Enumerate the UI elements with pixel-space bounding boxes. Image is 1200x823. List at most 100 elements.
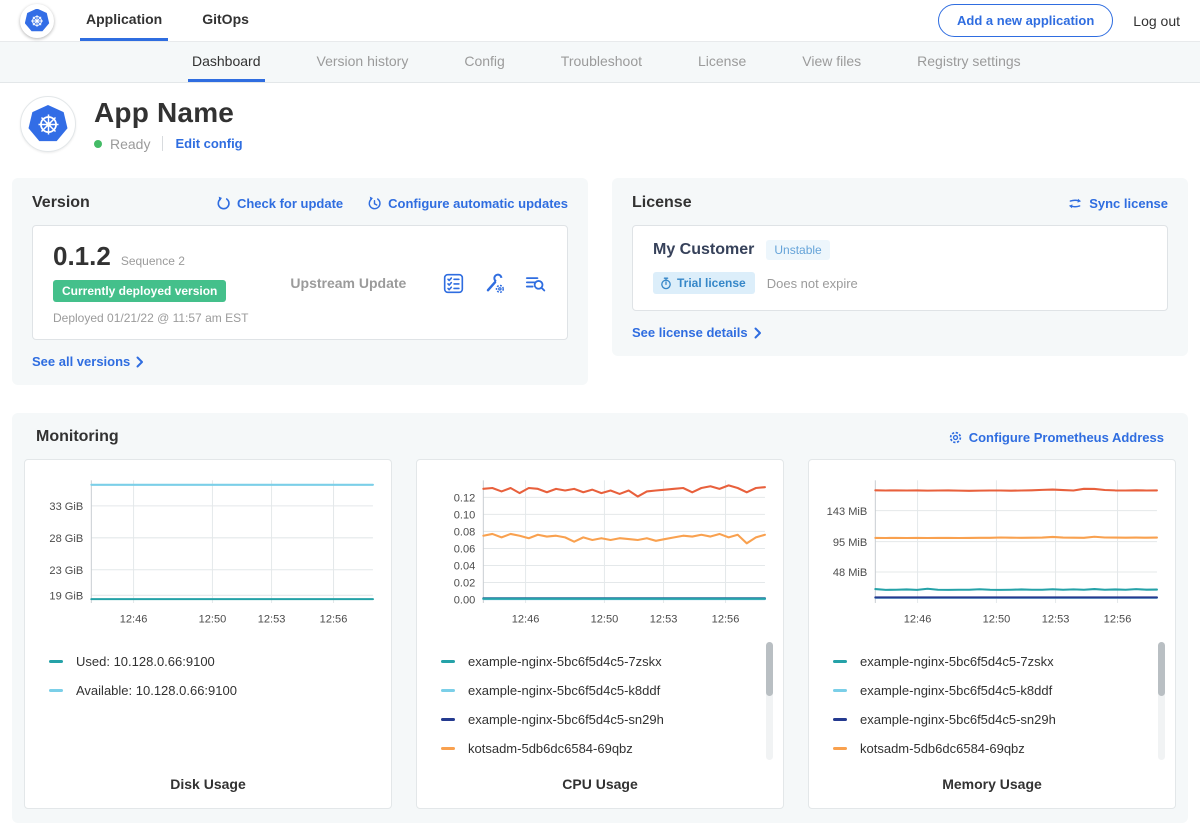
- svg-text:95 MiB: 95 MiB: [833, 537, 867, 549]
- memory-usage-legend: example-nginx-5bc6f5d4c5-7zskxexample-ng…: [819, 640, 1165, 768]
- tab-dashboard[interactable]: Dashboard: [188, 42, 265, 82]
- edit-config-link[interactable]: Edit config: [175, 136, 242, 151]
- legend-label: example-nginx-5bc6f5d4c5-sn29h: [468, 712, 664, 727]
- svg-text:0.02: 0.02: [454, 578, 476, 590]
- tab-view-files[interactable]: View files: [798, 42, 865, 82]
- memory-usage-chart: 12:4612:5012:5312:56143 MiB95 MiB48 MiB: [819, 472, 1165, 630]
- tab-config[interactable]: Config: [460, 42, 508, 82]
- page-title: App Name: [94, 97, 243, 129]
- check-for-update-link[interactable]: Check for update: [216, 196, 343, 211]
- disk-usage-legend: Used: 10.128.0.66:9100Available: 10.128.…: [35, 640, 381, 768]
- stopwatch-icon: [660, 277, 672, 290]
- tab-application[interactable]: Application: [80, 0, 168, 41]
- legend-scrollbar[interactable]: [766, 642, 773, 760]
- sync-arrows-icon: [1067, 196, 1083, 211]
- chevron-right-icon: [754, 327, 762, 339]
- svg-text:12:56: 12:56: [1104, 614, 1132, 626]
- svg-text:12:50: 12:50: [199, 614, 227, 626]
- version-card: Version Check for update: [12, 178, 588, 385]
- legend-label: example-nginx-5bc6f5d4c5-sn29h: [860, 712, 1056, 727]
- scrollbar-thumb[interactable]: [766, 642, 773, 696]
- status-dot: [94, 140, 102, 148]
- disk-usage-card: 12:4612:5012:5312:5633 GiB28 GiB23 GiB19…: [24, 459, 392, 809]
- svg-text:0.04: 0.04: [454, 561, 476, 573]
- sync-license-link[interactable]: Sync license: [1067, 196, 1168, 211]
- svg-text:12:53: 12:53: [650, 614, 678, 626]
- cpu-usage-legend: example-nginx-5bc6f5d4c5-7zskxexample-ng…: [427, 640, 773, 768]
- configure-automatic-updates-label: Configure automatic updates: [388, 196, 568, 211]
- customer-name: My Customer: [653, 241, 754, 259]
- svg-text:12:50: 12:50: [591, 614, 619, 626]
- see-license-details-link[interactable]: See license details: [632, 325, 762, 340]
- svg-text:143 MiB: 143 MiB: [827, 506, 868, 518]
- license-panel: My Customer Unstable Trial license Does …: [632, 225, 1168, 311]
- app-header: App Name Ready Edit config: [0, 83, 1200, 166]
- status-text: Ready: [110, 136, 150, 152]
- svg-text:28 GiB: 28 GiB: [49, 533, 83, 545]
- preflight-checks-icon[interactable]: [442, 272, 465, 295]
- gear-icon: [948, 430, 963, 445]
- svg-text:12:50: 12:50: [983, 614, 1011, 626]
- deployed-timestamp: Deployed 01/21/22 @ 11:57 am EST: [53, 311, 248, 325]
- legend-label: Used: 10.128.0.66:9100: [76, 654, 215, 669]
- topnav-right: Add a new application Log out: [938, 0, 1180, 41]
- add-application-button[interactable]: Add a new application: [938, 4, 1113, 37]
- tab-troubleshoot[interactable]: Troubleshoot: [557, 42, 646, 82]
- legend-item: example-nginx-5bc6f5d4c5-k8ddf: [833, 683, 1151, 698]
- see-all-versions-link[interactable]: See all versions: [32, 354, 144, 369]
- version-info: 0.1.2 Sequence 2 Currently deployed vers…: [53, 241, 248, 325]
- svg-text:23 GiB: 23 GiB: [49, 565, 83, 577]
- configure-automatic-updates-link[interactable]: Configure automatic updates: [367, 196, 568, 211]
- legend-item: example-nginx-5bc6f5d4c5-k8ddf: [441, 683, 759, 698]
- legend-item: kotsadm-5db6dc6584-69qbz: [441, 741, 759, 756]
- legend-swatch: [49, 660, 63, 663]
- monitoring-section: Monitoring Configure Prometheus Address …: [12, 413, 1188, 823]
- legend-swatch: [833, 660, 847, 663]
- divider: [162, 136, 163, 151]
- configure-prometheus-link[interactable]: Configure Prometheus Address: [948, 430, 1164, 445]
- cpu-usage-chart: 12:4612:5012:5312:560.120.100.080.060.04…: [427, 472, 773, 630]
- svg-text:12:56: 12:56: [320, 614, 348, 626]
- see-license-details-label: See license details: [632, 325, 748, 340]
- license-card: License Sync license My Customer Unstabl…: [612, 178, 1188, 356]
- chart-title: CPU Usage: [427, 776, 773, 792]
- cpu-usage-card: 12:4612:5012:5312:560.120.100.080.060.04…: [416, 459, 784, 809]
- channel-badge: Unstable: [766, 240, 829, 260]
- svg-text:12:56: 12:56: [712, 614, 740, 626]
- disk-usage-chart: 12:4612:5012:5312:5633 GiB28 GiB23 GiB19…: [35, 472, 381, 630]
- ship-wheel-icon: [29, 13, 45, 29]
- refresh-icon: [216, 196, 231, 211]
- tab-version-history[interactable]: Version history: [313, 42, 413, 82]
- current-version-panel: 0.1.2 Sequence 2 Currently deployed vers…: [32, 225, 568, 340]
- svg-text:12:46: 12:46: [120, 614, 148, 626]
- legend-scrollbar[interactable]: [1158, 642, 1165, 760]
- legend-swatch: [441, 689, 455, 692]
- check-for-update-label: Check for update: [237, 196, 343, 211]
- legend-swatch: [833, 689, 847, 692]
- legend-label: example-nginx-5bc6f5d4c5-k8ddf: [468, 683, 660, 698]
- svg-text:0.10: 0.10: [454, 509, 476, 521]
- deploy-logs-icon[interactable]: [524, 272, 547, 295]
- kubernetes-logo[interactable]: [20, 4, 54, 38]
- legend-label: example-nginx-5bc6f5d4c5-k8ddf: [860, 683, 1052, 698]
- trial-license-label: Trial license: [677, 276, 746, 290]
- svg-text:12:53: 12:53: [258, 614, 286, 626]
- config-wrench-icon[interactable]: [483, 272, 506, 295]
- logout-link[interactable]: Log out: [1133, 13, 1180, 29]
- version-sequence: Sequence 2: [121, 254, 185, 268]
- see-all-versions-label: See all versions: [32, 354, 130, 369]
- tab-gitops[interactable]: GitOps: [196, 0, 255, 41]
- tab-license[interactable]: License: [694, 42, 750, 82]
- legend-item: Used: 10.128.0.66:9100: [49, 654, 367, 669]
- license-heading: License: [632, 194, 692, 212]
- tab-registry-settings[interactable]: Registry settings: [913, 42, 1024, 82]
- legend-swatch: [441, 718, 455, 721]
- svg-text:12:46: 12:46: [512, 614, 540, 626]
- configure-prometheus-label: Configure Prometheus Address: [969, 430, 1164, 445]
- legend-swatch: [833, 718, 847, 721]
- chevron-right-icon: [136, 356, 144, 368]
- monitoring-heading: Monitoring: [36, 428, 119, 446]
- svg-text:19 GiB: 19 GiB: [49, 590, 83, 602]
- app-avatar: [20, 96, 76, 152]
- scrollbar-thumb[interactable]: [1158, 642, 1165, 696]
